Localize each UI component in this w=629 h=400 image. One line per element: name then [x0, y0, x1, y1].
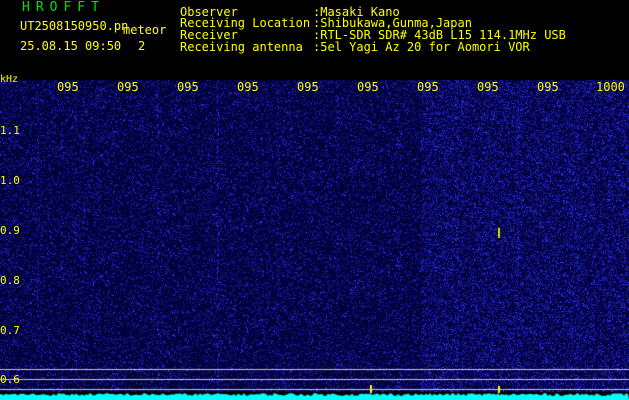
time-tick: 095: [417, 80, 439, 94]
freq-tick: 1.0: [0, 174, 20, 187]
meteor-count: 2: [138, 39, 146, 53]
freq-tick: 1.1: [0, 124, 20, 137]
time-tick: 095: [177, 80, 199, 94]
antenna-value: :5el Yagi Az 20 for Aomori VOR: [313, 40, 530, 54]
datetime: 25.08.15 09:50: [20, 39, 122, 53]
antenna-label: Receiving antenna: [180, 40, 303, 54]
file-name: UT2508150950.pn: [20, 19, 129, 33]
spectrogram-canvas: [0, 0, 629, 400]
meteor-label: meteor: [123, 23, 167, 37]
freq-tick: 0.8: [0, 274, 20, 287]
time-tick: 095: [57, 80, 79, 94]
freq-tick: 0.9: [0, 224, 20, 237]
time-tick: 095: [537, 80, 559, 94]
time-tick: 095: [117, 80, 139, 94]
freq-unit: kHz: [0, 74, 19, 85]
time-tick: 095: [297, 80, 319, 94]
freq-tick: 0.7: [0, 324, 20, 337]
app-title: HROFFT: [22, 0, 105, 15]
time-tick: 095: [357, 80, 379, 94]
time-tick: 095: [477, 80, 499, 94]
time-tick: 095: [237, 80, 259, 94]
freq-tick: 0.6: [0, 373, 20, 386]
time-tick: 1000: [596, 80, 625, 94]
